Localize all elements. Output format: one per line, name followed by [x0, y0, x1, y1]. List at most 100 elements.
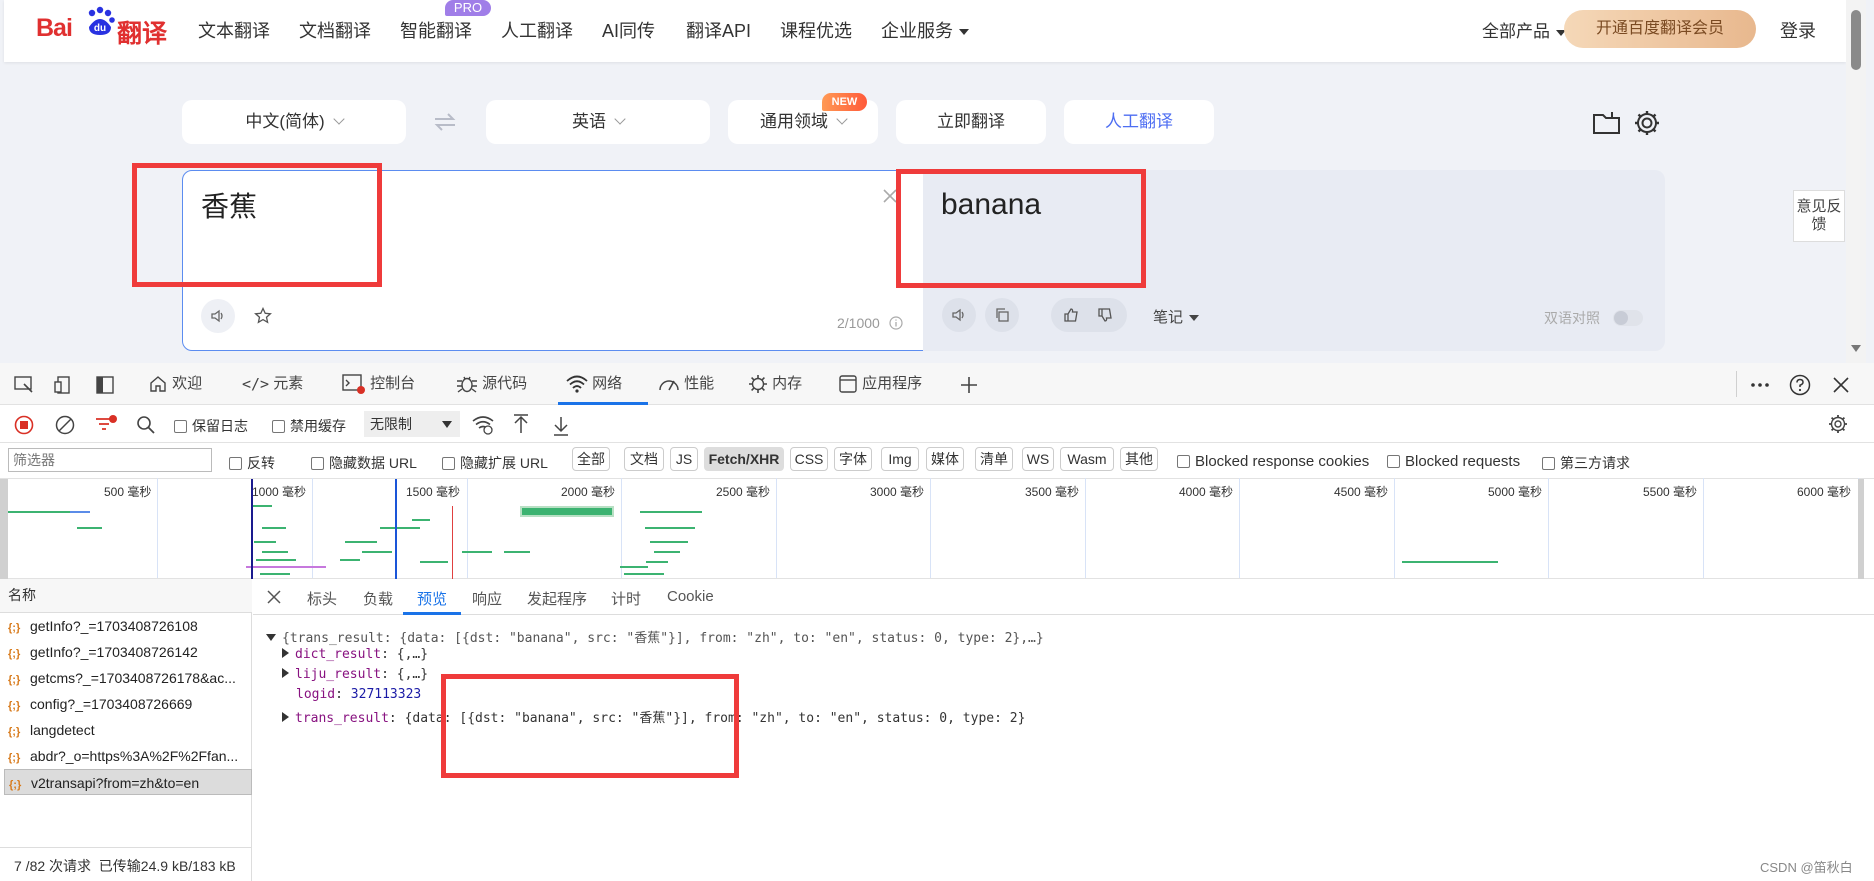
target-language-select[interactable]: 英语: [486, 100, 710, 144]
request-row-v2transapi-selected[interactable]: {;} v2transapi?from=zh&to=en: [4, 769, 252, 795]
copy-button[interactable]: [985, 298, 1019, 332]
filter-type-ws[interactable]: WS: [1022, 447, 1054, 471]
preserve-log-checkbox[interactable]: 保留日志: [174, 416, 248, 436]
tab-memory[interactable]: 内存: [748, 372, 802, 394]
nav-text-translate[interactable]: 文本翻译: [198, 17, 270, 43]
record-stop-icon[interactable]: [14, 415, 34, 435]
clear-icon[interactable]: [883, 189, 897, 203]
swap-languages-icon[interactable]: [432, 112, 458, 132]
gear-icon[interactable]: [1633, 109, 1661, 137]
network-settings-gear-icon[interactable]: [1828, 414, 1848, 434]
add-tab-icon[interactable]: [960, 376, 978, 394]
folder-icon[interactable]: [1592, 110, 1622, 136]
nav-smart-translate[interactable]: 智能翻译: [400, 17, 472, 43]
detail-tab-preview[interactable]: 预览: [417, 588, 447, 609]
filter-type-js[interactable]: JS: [670, 447, 698, 471]
nav-doc-translate[interactable]: 文档翻译: [299, 17, 371, 43]
filter-type-font[interactable]: 字体: [834, 447, 872, 471]
import-har-icon[interactable]: [512, 414, 530, 436]
inspect-icon[interactable]: [14, 376, 34, 394]
tab-welcome[interactable]: 欢迎: [148, 372, 202, 394]
tab-application[interactable]: 应用程序: [838, 372, 922, 394]
nav-translate-api[interactable]: 翻译API: [686, 17, 751, 43]
filter-type-wasm[interactable]: Wasm: [1060, 447, 1114, 471]
overview-right-handle[interactable]: [1858, 479, 1864, 579]
vip-button[interactable]: 开通百度翻译会员: [1564, 10, 1756, 48]
feedback-button[interactable]: 意见反馈: [1793, 190, 1845, 242]
nav-ai-interpret[interactable]: AI同传: [602, 17, 655, 43]
detail-tab-response[interactable]: 响应: [472, 588, 502, 609]
page-scrollbar[interactable]: [1846, 0, 1866, 363]
login-link[interactable]: 登录: [1780, 17, 1816, 43]
checkbox-box: [272, 420, 285, 433]
tab-performance[interactable]: 性能: [658, 372, 714, 393]
tab-sources[interactable]: 源代码: [456, 372, 527, 394]
filter-input[interactable]: [8, 448, 212, 472]
blocked-cookies-checkbox[interactable]: Blocked response cookies: [1177, 453, 1369, 470]
dock-sidebar-icon[interactable]: [96, 376, 114, 394]
bilingual-toggle[interactable]: [1613, 310, 1643, 326]
filter-type-css[interactable]: CSS: [790, 447, 828, 471]
filter-type-other[interactable]: 其他: [1120, 447, 1158, 471]
filter-type-doc[interactable]: 文档: [624, 447, 664, 471]
hide-ext-url-checkbox[interactable]: 隐藏扩展 URL: [442, 453, 548, 473]
request-row-getcms[interactable]: {;} getcms?_=1703408726178&ac...: [8, 665, 252, 691]
request-row-langdetect[interactable]: {;} langdetect: [8, 717, 252, 743]
info-icon[interactable]: [889, 316, 903, 330]
invert-checkbox[interactable]: 反转: [229, 453, 275, 473]
detail-tab-cookie[interactable]: Cookie: [667, 588, 714, 605]
tab-network[interactable]: 网络: [566, 372, 622, 393]
detail-tab-headers[interactable]: 标头: [307, 588, 337, 609]
translate-now-button[interactable]: 立即翻译: [896, 100, 1046, 144]
request-row-getinfo-2[interactable]: {;} getInfo?_=1703408726142: [8, 639, 252, 665]
thumbs-up-icon[interactable]: [1063, 307, 1079, 323]
nav-human-translate[interactable]: 人工翻译: [501, 17, 573, 43]
filter-icon[interactable]: [94, 414, 118, 436]
filter-type-manifest[interactable]: 清单: [975, 447, 1013, 471]
network-conditions-icon[interactable]: [472, 415, 494, 435]
close-devtools-icon[interactable]: [1832, 376, 1850, 394]
more-options-icon[interactable]: [1750, 376, 1770, 394]
detail-tab-initiator[interactable]: 发起程序: [527, 588, 587, 609]
tab-elements[interactable]: </> 元素: [242, 372, 303, 393]
scrollbar-thumb[interactable]: [1851, 10, 1861, 70]
notes-menu[interactable]: 笔记: [1153, 306, 1200, 327]
filter-type-fetch-xhr[interactable]: Fetch/XHR: [704, 447, 784, 471]
export-har-icon[interactable]: [552, 414, 570, 436]
search-icon[interactable]: [136, 415, 156, 435]
source-speak-button[interactable]: [201, 299, 235, 333]
filter-type-all[interactable]: 全部: [572, 447, 610, 471]
third-party-checkbox[interactable]: 第三方请求: [1542, 453, 1630, 473]
preview-dict-result[interactable]: dict_result: {,…}: [282, 647, 428, 662]
clear-log-icon[interactable]: [55, 415, 75, 435]
nav-enterprise[interactable]: 企业服务: [881, 17, 969, 43]
tab-console[interactable]: 控制台: [342, 372, 415, 395]
close-detail-icon[interactable]: [267, 590, 281, 604]
disable-cache-checkbox[interactable]: 禁用缓存: [272, 416, 346, 436]
nav-courses[interactable]: 课程优选: [780, 17, 852, 43]
throttle-select[interactable]: 无限制: [364, 411, 460, 437]
name-column-header[interactable]: 名称: [0, 579, 252, 613]
filter-type-img[interactable]: Img: [881, 447, 919, 471]
detail-tab-timing[interactable]: 计时: [611, 588, 641, 609]
device-toggle-icon[interactable]: [54, 376, 74, 394]
request-row-config[interactable]: {;} config?_=1703408726669: [8, 691, 252, 717]
hide-data-url-checkbox[interactable]: 隐藏数据 URL: [311, 453, 417, 473]
scroll-down-icon[interactable]: [1851, 345, 1861, 353]
detail-tab-payload[interactable]: 负载: [363, 588, 393, 609]
blocked-requests-checkbox[interactable]: Blocked requests: [1387, 453, 1520, 470]
star-icon[interactable]: [254, 307, 272, 325]
target-speak-button[interactable]: [942, 298, 976, 332]
chevron-down-icon: [614, 113, 626, 125]
request-row-getinfo-1[interactable]: {;} getInfo?_=1703408726108: [8, 613, 252, 639]
preview-root-line[interactable]: {trans_result: {data: [{dst: "banana", s…: [266, 627, 1044, 646]
human-translate-button[interactable]: 人工翻译: [1064, 100, 1214, 144]
help-icon[interactable]: [1789, 374, 1811, 396]
filter-type-media[interactable]: 媒体: [926, 447, 964, 471]
all-products-menu[interactable]: 全部产品: [1482, 17, 1566, 42]
source-language-select[interactable]: 中文(简体): [182, 100, 406, 144]
request-row-abdr[interactable]: {;} abdr?_o=https%3A%2F%2Ffan...: [8, 743, 252, 769]
thumbs-down-icon[interactable]: [1097, 307, 1113, 323]
preview-liju-result[interactable]: liju_result: {,…}: [282, 667, 428, 682]
overview-left-handle[interactable]: [0, 479, 8, 579]
